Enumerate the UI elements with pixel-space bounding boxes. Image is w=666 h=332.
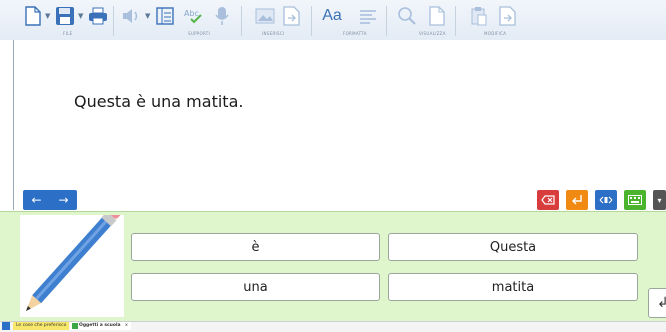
list-panel-icon[interactable] — [154, 5, 176, 27]
tab-label: Oggetti a scuola — [79, 323, 121, 328]
insert-image-icon[interactable] — [254, 5, 276, 27]
chevron-down-icon[interactable]: ▼ — [78, 12, 83, 20]
read-aloud-button[interactable] — [595, 190, 617, 210]
sound-wave-icon — [599, 196, 613, 204]
toolbar-group-label: SUPPORTI — [188, 31, 210, 36]
tab-oggetti-a-scuola[interactable]: Oggetti a scuola x — [70, 322, 131, 330]
app-icon[interactable] — [2, 322, 10, 330]
word-chip[interactable]: è — [131, 233, 380, 261]
navigation-buttons: ← → — [23, 190, 77, 210]
chevron-down-icon[interactable]: ▼ — [45, 12, 50, 20]
enter-button[interactable] — [566, 190, 588, 210]
keyboard-button[interactable] — [624, 190, 646, 210]
svg-text:Abc: Abc — [184, 9, 199, 18]
toolbar-group-label: INSERISCI — [262, 31, 285, 36]
panel-enter-button[interactable]: ↲ — [648, 288, 666, 318]
pencil-icon — [26, 206, 121, 311]
tab-le-cose-che-preferisco[interactable]: Le cose che preferisco — [13, 322, 70, 330]
document-sentence[interactable]: Questa è una matita. — [74, 92, 243, 111]
toolbar-group-label: FORMATTA — [343, 31, 367, 36]
arrow-right-icon[interactable]: → — [50, 190, 77, 210]
arrow-left-icon[interactable]: ← — [23, 190, 50, 210]
green-square-icon — [72, 323, 78, 329]
margin-line — [13, 40, 14, 210]
tab-close-icon[interactable]: x — [125, 323, 128, 328]
microphone-icon[interactable] — [211, 5, 233, 27]
picture-card — [20, 206, 124, 317]
keyboard-icon — [628, 195, 642, 205]
spellcheck-icon[interactable]: Abc — [183, 5, 205, 27]
insert-document-icon[interactable] — [497, 5, 519, 27]
print-icon[interactable] — [87, 5, 109, 27]
toolbar-group-label: FILE — [63, 31, 73, 36]
word-chip[interactable]: Questa — [388, 233, 638, 261]
backspace-icon — [541, 195, 555, 205]
font-button-label: Aa — [322, 7, 342, 24]
return-arrow-icon: ↲ — [657, 295, 666, 311]
new-document-icon[interactable] — [22, 5, 44, 27]
font-button[interactable]: Aa — [318, 5, 346, 27]
word-chip[interactable]: una — [131, 273, 380, 301]
delete-button[interactable] — [537, 190, 559, 210]
word-chip[interactable]: matita — [388, 273, 638, 301]
align-text-icon[interactable] — [357, 5, 379, 27]
insert-page-icon[interactable] — [281, 5, 303, 27]
chevron-down-icon: ▾ — [657, 195, 662, 205]
return-icon — [572, 195, 582, 205]
more-button[interactable]: ▾ — [653, 190, 666, 210]
paste-icon[interactable] — [468, 5, 490, 27]
document-area[interactable] — [0, 40, 666, 210]
speaker-icon[interactable] — [120, 5, 142, 27]
toolbar: ▼ ▼ FILE ▼ Abc SUPPORTI INSERISCI Aa FOR… — [0, 0, 666, 41]
zoom-icon[interactable] — [396, 5, 418, 27]
toolbar-group-label: VISUALIZZA — [419, 31, 446, 36]
page-view-icon[interactable] — [426, 5, 448, 27]
toolbar-group-label: MODIFICA — [484, 31, 507, 36]
save-icon[interactable] — [54, 5, 76, 27]
chevron-down-icon[interactable]: ▼ — [145, 12, 150, 20]
